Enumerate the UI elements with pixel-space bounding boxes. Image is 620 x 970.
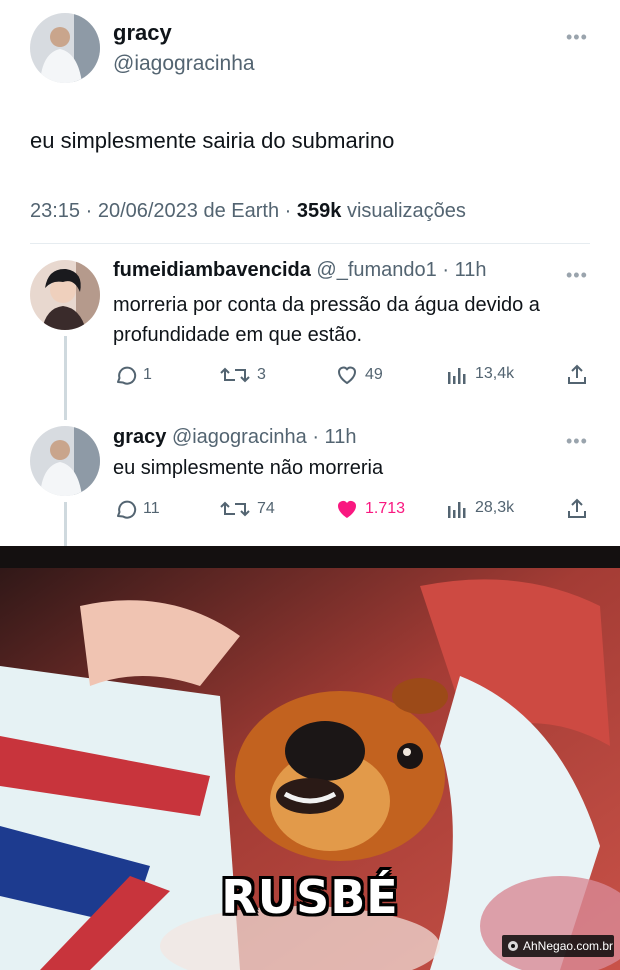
- action-bar: 1 3 49 13,4k: [113, 363, 593, 389]
- watermark: AhNegao.com.br: [502, 935, 614, 957]
- analytics-icon: [448, 368, 466, 384]
- like-count: 1.713: [365, 500, 406, 517]
- reply-text: morreria por conta da pressão da água de…: [113, 294, 540, 346]
- retweet-button[interactable]: 74: [219, 497, 275, 521]
- watermark-text: AhNegao.com.br: [523, 939, 614, 953]
- views-button[interactable]: 13,4k: [447, 363, 514, 385]
- more-options-icon[interactable]: •••: [566, 266, 588, 284]
- avatar[interactable]: [30, 260, 100, 330]
- avatar[interactable]: [30, 426, 100, 496]
- avatar[interactable]: [30, 13, 100, 83]
- heart-icon: [337, 366, 357, 385]
- view-count: 359k: [296, 200, 342, 222]
- tweet-metadata: 23:15 · 20/06/2023 de Earth · 359k visua…: [30, 200, 466, 223]
- heart-filled-icon: [338, 501, 356, 518]
- logo-icon: [508, 941, 518, 951]
- display-name[interactable]: fumeidiambavencida: [113, 259, 311, 281]
- share-button[interactable]: [565, 497, 589, 521]
- user-handle[interactable]: @_fumando1: [316, 259, 436, 281]
- views-button[interactable]: 28,3k: [447, 497, 514, 519]
- retweet-count: 74: [257, 500, 275, 517]
- reply-button[interactable]: 11: [113, 497, 160, 521]
- retweet-button[interactable]: 3: [219, 363, 266, 387]
- user-handle[interactable]: @iagogracinha: [172, 426, 307, 448]
- like-button[interactable]: 49: [335, 363, 383, 387]
- reply-button[interactable]: 1: [113, 363, 152, 387]
- view-count: 13,4k: [475, 365, 515, 382]
- thread-line: [64, 502, 67, 546]
- view-label: visualizações: [346, 200, 466, 222]
- analytics-icon: [448, 502, 466, 518]
- more-options-icon[interactable]: •••: [566, 432, 588, 450]
- divider: [30, 243, 590, 244]
- more-options-icon[interactable]: •••: [566, 28, 588, 46]
- reply-icon: [117, 366, 137, 385]
- reply-time[interactable]: · 11h: [312, 426, 356, 448]
- reply-count: 11: [143, 500, 160, 517]
- share-button[interactable]: [565, 363, 589, 387]
- display-name[interactable]: gracy: [113, 20, 172, 46]
- view-count: 28,3k: [475, 499, 515, 516]
- thread-line: [64, 336, 67, 420]
- retweet-icon: [220, 367, 250, 383]
- reply-header: gracy @iagogracinha · 11h: [113, 426, 356, 449]
- like-count: 49: [365, 366, 383, 383]
- reply-time[interactable]: · 11h: [442, 259, 486, 281]
- display-name[interactable]: gracy: [113, 426, 166, 448]
- reply-icon: [117, 500, 137, 519]
- share-icon: [568, 364, 586, 384]
- like-button[interactable]: 1.713: [335, 497, 405, 521]
- reply-header: fumeidiambavencida @_fumando1 · 11h: [113, 259, 486, 282]
- action-bar: 11 74 1.713 28,3k: [113, 497, 593, 523]
- retweet-icon: [220, 501, 250, 517]
- retweet-count: 3: [257, 366, 266, 383]
- tweet-text: eu simplesmente sairia do submarino: [30, 128, 395, 153]
- tweet-timestamp[interactable]: 23:15 · 20/06/2023 de Earth ·: [30, 200, 291, 222]
- user-handle[interactable]: @iagogracinha: [113, 52, 255, 76]
- share-icon: [568, 498, 586, 518]
- reply-count: 1: [143, 366, 152, 383]
- meme-caption: RUSBÉ: [221, 870, 399, 924]
- reply-text: eu simplesmente não morreria: [113, 457, 384, 479]
